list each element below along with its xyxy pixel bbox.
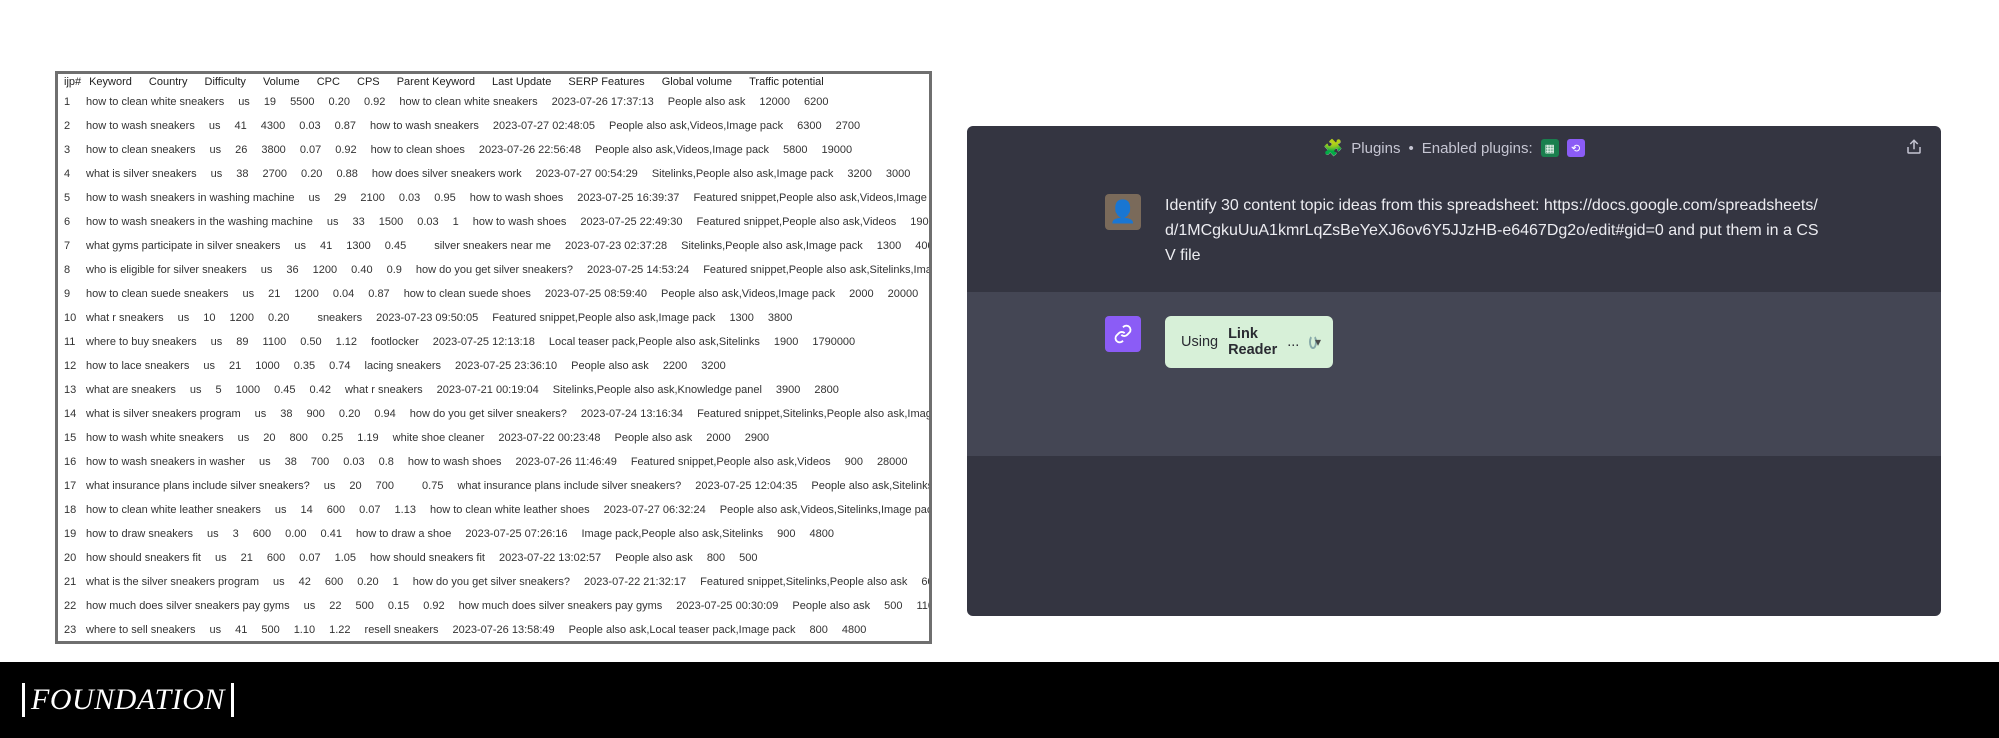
table-row: 13what are sneakersus510000.450.42what r…	[58, 378, 929, 402]
user-message-text: Identify 30 content topic ideas from thi…	[1165, 194, 1941, 268]
chat-panel: 🧩 Plugins • Enabled plugins: ▦ ⟲ 👤 Ident…	[967, 126, 1941, 616]
table-row: 4what is silver sneakersus3827000.200.88…	[58, 162, 929, 186]
spreadsheet-panel: ijp# Keyword Country Difficulty Volume C…	[55, 71, 932, 644]
table-row: 16how to wash sneakers in washerus387000…	[58, 450, 929, 474]
tool-status-prefix: Using	[1181, 334, 1218, 350]
user-avatar: 👤	[1105, 194, 1141, 230]
chat-toolbar: 🧩 Plugins • Enabled plugins: ▦ ⟲	[967, 126, 1941, 170]
table-row: 8who is eligible for silver sneakersus36…	[58, 258, 929, 282]
table-row: 21what is the silver sneakers programus4…	[58, 570, 929, 594]
table-row: 5how to wash sneakers in washing machine…	[58, 186, 929, 210]
col-global: Global volume	[662, 76, 732, 88]
share-button[interactable]	[1905, 138, 1923, 160]
table-row: 20how should sneakers fitus216000.071.05…	[58, 546, 929, 570]
plugin-badge-linkreader-icon: ⟲	[1567, 139, 1585, 157]
table-row: 19how to draw sneakersus36000.000.41how …	[58, 522, 929, 546]
col-cps: CPS	[357, 76, 380, 88]
col-parent: Parent Keyword	[397, 76, 475, 88]
table-row: 12how to lace sneakersus2110000.350.74la…	[58, 354, 929, 378]
plugins-label: Plugins	[1351, 140, 1400, 157]
table-row: 9how to clean suede sneakersus2112000.04…	[58, 282, 929, 306]
table-row: 18how to clean white leather sneakersus1…	[58, 498, 929, 522]
assistant-message: Using Link Reader ... ▾	[967, 292, 1941, 456]
table-row: 22how much does silver sneakers pay gyms…	[58, 594, 929, 618]
table-body: 1how to clean white sneakersus1955000.20…	[58, 90, 929, 644]
plugins-icon: 🧩	[1323, 138, 1343, 158]
plugin-badge-sheets-icon: ▦	[1541, 139, 1559, 157]
table-header-row: ijp# Keyword Country Difficulty Volume C…	[58, 74, 929, 90]
col-difficulty: Difficulty	[205, 76, 246, 88]
foundation-logo: FOUNDATION	[22, 683, 234, 717]
table-row: 3how to clean sneakersus2638000.070.92ho…	[58, 138, 929, 162]
col-lastupdate: Last Update	[492, 76, 551, 88]
tool-name: Link Reader	[1228, 326, 1277, 358]
col-index: ijp#	[64, 76, 86, 88]
footer-bar: FOUNDATION	[0, 662, 1999, 738]
table-row: 24how does silver sneakers workus305000.…	[58, 642, 929, 644]
table-row: 1how to clean white sneakersus1955000.20…	[58, 90, 929, 114]
enabled-plugins-label: Enabled plugins:	[1422, 140, 1533, 157]
tool-status-pill[interactable]: Using Link Reader ... ▾	[1165, 316, 1333, 368]
col-keyword: Keyword	[89, 76, 132, 88]
table-row: 6how to wash sneakers in the washing mac…	[58, 210, 929, 234]
table-row: 10what r sneakersus1012000.20sneakers202…	[58, 306, 929, 330]
tool-status-suffix: ...	[1287, 334, 1299, 350]
table-row: 15how to wash white sneakersus208000.251…	[58, 426, 929, 450]
col-serp: SERP Features	[568, 76, 644, 88]
user-message: 👤 Identify 30 content topic ideas from t…	[967, 170, 1941, 292]
linkreader-avatar-icon	[1105, 316, 1141, 352]
table-row: 2how to wash sneakersus4143000.030.87how…	[58, 114, 929, 138]
table-row: 7what gyms participate in silver sneaker…	[58, 234, 929, 258]
table-row: 14what is silver sneakers programus38900…	[58, 402, 929, 426]
col-cpc: CPC	[317, 76, 340, 88]
col-volume: Volume	[263, 76, 300, 88]
chevron-down-icon[interactable]: ▾	[1315, 335, 1321, 349]
table-row: 17what insurance plans include silver sn…	[58, 474, 929, 498]
table-row: 11where to buy sneakersus8911000.501.12f…	[58, 330, 929, 354]
col-traffic: Traffic potential	[749, 76, 824, 88]
table-row: 23where to sell sneakersus415001.101.22r…	[58, 618, 929, 642]
col-country: Country	[149, 76, 188, 88]
